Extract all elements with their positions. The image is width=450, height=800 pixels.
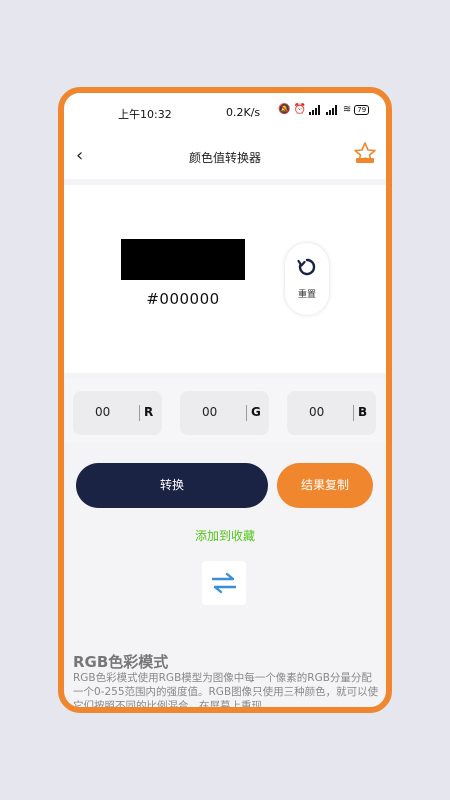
green-channel-label: G	[251, 405, 261, 419]
reset-button[interactable]: 重置	[285, 243, 329, 315]
signal-icon-2	[325, 104, 340, 115]
blue-channel-label: B	[358, 405, 368, 419]
add-to-favorites-link[interactable]: 添加到收藏	[64, 527, 386, 544]
status-bar: 上午10:32 0.2K/s 🔕 ⏰ ≋ 79	[64, 93, 386, 133]
green-value[interactable]: 00	[202, 405, 217, 419]
signal-icon	[308, 104, 323, 115]
status-time: 上午10:32	[118, 108, 172, 121]
divider	[139, 405, 140, 421]
blue-value[interactable]: 00	[309, 405, 324, 419]
favorite-star-icon[interactable]	[352, 141, 378, 167]
swap-arrows-icon	[211, 572, 237, 594]
wifi-icon: ≋	[342, 104, 352, 115]
nav-bar: ‹ 颜色值转换器	[64, 133, 386, 179]
page-title: 颜色值转换器	[188, 151, 261, 165]
status-net-speed: 0.2K/s	[226, 106, 261, 119]
battery-icon: 79	[354, 104, 370, 115]
convert-button[interactable]: 转换	[76, 463, 268, 508]
mute-icon: 🔕	[278, 104, 291, 115]
reset-label: 重置	[297, 290, 316, 300]
divider	[353, 405, 354, 421]
info-body: RGB色彩模式使用RGB模型为图像中每一个像素的RGB分量分配一个0-255范围…	[73, 672, 379, 712]
red-value[interactable]: 00	[95, 405, 110, 419]
phone-frame: 上午10:32 0.2K/s 🔕 ⏰ ≋ 79 ‹ 颜色值转换器 #000000	[58, 87, 392, 713]
reset-icon	[297, 258, 316, 276]
color-preview-panel: #000000 重置	[64, 185, 386, 373]
alarm-icon: ⏰	[293, 104, 306, 115]
divider	[246, 405, 247, 421]
status-icons: 🔕 ⏰ ≋ 79	[278, 104, 370, 115]
info-title: RGB色彩模式	[73, 653, 169, 671]
copy-result-button[interactable]: 结果复制	[277, 463, 373, 508]
green-input[interactable]: 00 G	[180, 391, 269, 435]
red-input[interactable]: 00 R	[73, 391, 162, 435]
swap-button[interactable]	[202, 561, 246, 605]
red-channel-label: R	[144, 405, 154, 419]
blue-input[interactable]: 00 B	[287, 391, 376, 435]
color-swatch	[121, 239, 245, 280]
hex-value: #000000	[146, 290, 220, 308]
rgb-inputs-row: 00 R 00 G 00 B	[64, 379, 386, 443]
